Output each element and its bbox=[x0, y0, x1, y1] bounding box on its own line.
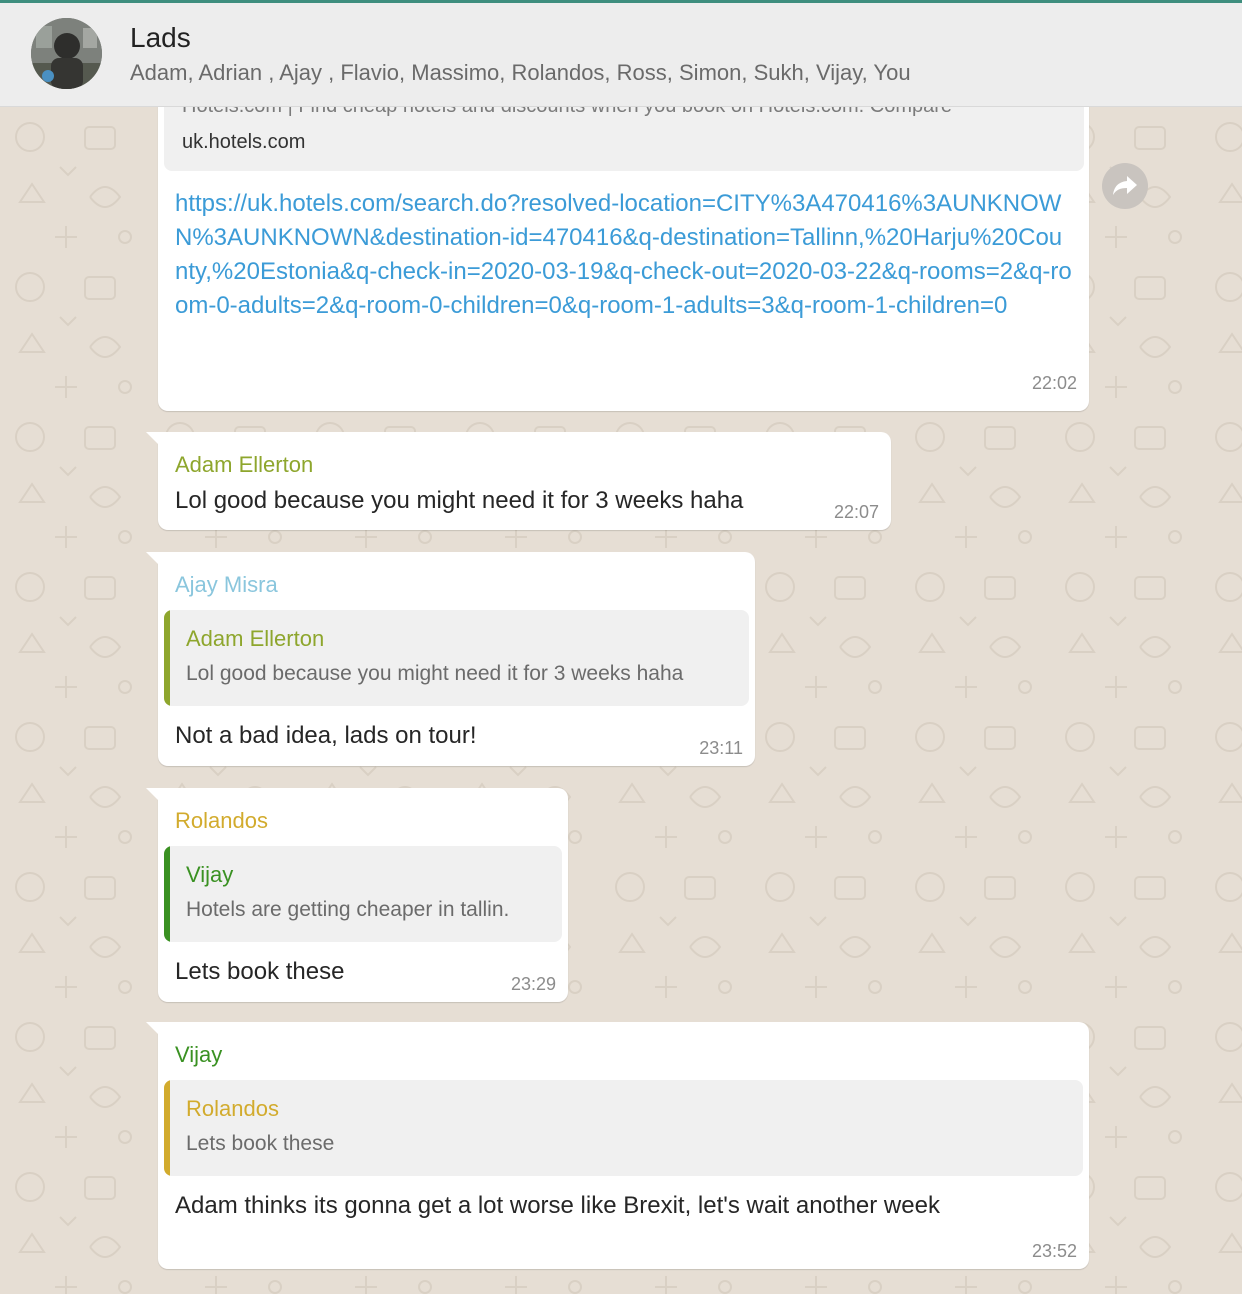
group-name[interactable]: Lads bbox=[130, 22, 191, 54]
message-time: 23:11 bbox=[699, 738, 743, 758]
message-time: 22:02 bbox=[1031, 373, 1077, 393]
message-time: 22:07 bbox=[833, 502, 879, 522]
message-text: Not a bad idea, lads on tour! bbox=[175, 722, 477, 749]
bubble-tail bbox=[146, 1022, 160, 1036]
message-sender[interactable]: Ajay Misra bbox=[175, 572, 278, 598]
bubble-tail bbox=[146, 788, 160, 802]
quoted-text: Lol good because you might need it for 3… bbox=[186, 662, 684, 685]
message-bubble[interactable]: Vijay Rolandos Lets book these Adam thin… bbox=[146, 1022, 1089, 1269]
chat-header[interactable]: Lads Adam, Adrian , Ajay , Flavio, Massi… bbox=[0, 0, 1242, 107]
quoted-text: Hotels are getting cheaper in tallin. bbox=[186, 898, 510, 921]
message-time: 23:52 bbox=[1031, 1241, 1077, 1261]
participants-list[interactable]: Adam, Adrian , Ajay , Flavio, Massimo, R… bbox=[130, 60, 911, 86]
message-bubble[interactable]: Adam Ellerton Lol good because you might… bbox=[146, 432, 891, 530]
bubble-tail bbox=[146, 432, 160, 446]
quoted-message[interactable]: Rolandos Lets book these bbox=[164, 1080, 1083, 1176]
quote-accent-bar bbox=[164, 1080, 170, 1176]
link-preview-card[interactable]: Hotels.com | Find cheap hotels and disco… bbox=[164, 107, 1084, 171]
window-top-accent bbox=[0, 0, 1242, 3]
message-text: Lol good because you might need it for 3… bbox=[175, 487, 744, 514]
group-avatar[interactable] bbox=[31, 18, 102, 89]
message-bubble[interactable]: Rolandos Vijay Hotels are getting cheape… bbox=[146, 788, 568, 1002]
message-sender[interactable]: Adam Ellerton bbox=[175, 452, 313, 478]
forward-button[interactable] bbox=[1102, 163, 1148, 209]
quoted-sender: Vijay bbox=[186, 862, 234, 887]
message-sender[interactable]: Rolandos bbox=[175, 808, 268, 834]
link-preview-description: Hotels.com | Find cheap hotels and disco… bbox=[182, 107, 952, 118]
quoted-sender: Rolandos bbox=[186, 1096, 279, 1121]
message-time: 23:29 bbox=[510, 974, 556, 994]
quoted-text: Lets book these bbox=[186, 1132, 335, 1155]
message-sender[interactable]: Vijay bbox=[175, 1042, 222, 1068]
link-preview-domain: uk.hotels.com bbox=[182, 131, 306, 153]
forward-icon bbox=[1113, 176, 1137, 195]
message-bubble[interactable]: Ajay Misra Adam Ellerton Lol good becaus… bbox=[146, 552, 755, 766]
quoted-message[interactable]: Vijay Hotels are getting cheaper in tall… bbox=[164, 846, 562, 942]
message-text: Adam thinks its gonna get a lot worse li… bbox=[175, 1192, 940, 1219]
bubble-tail bbox=[146, 552, 160, 566]
conversation-panel[interactable]: Hotels.com | Find cheap hotels and disco… bbox=[0, 107, 1242, 1294]
quoted-sender: Adam Ellerton bbox=[186, 626, 325, 651]
message-bubble[interactable]: Hotels.com | Find cheap hotels and disco… bbox=[158, 107, 1089, 411]
message-link[interactable]: https://uk.hotels.com/search.do?resolved… bbox=[175, 187, 1075, 323]
quoted-message[interactable]: Adam Ellerton Lol good because you might… bbox=[164, 610, 749, 706]
quote-accent-bar bbox=[164, 846, 170, 942]
message-text: Lets book these bbox=[175, 958, 345, 985]
group-avatar-image bbox=[31, 18, 102, 89]
quote-accent-bar bbox=[164, 610, 170, 706]
